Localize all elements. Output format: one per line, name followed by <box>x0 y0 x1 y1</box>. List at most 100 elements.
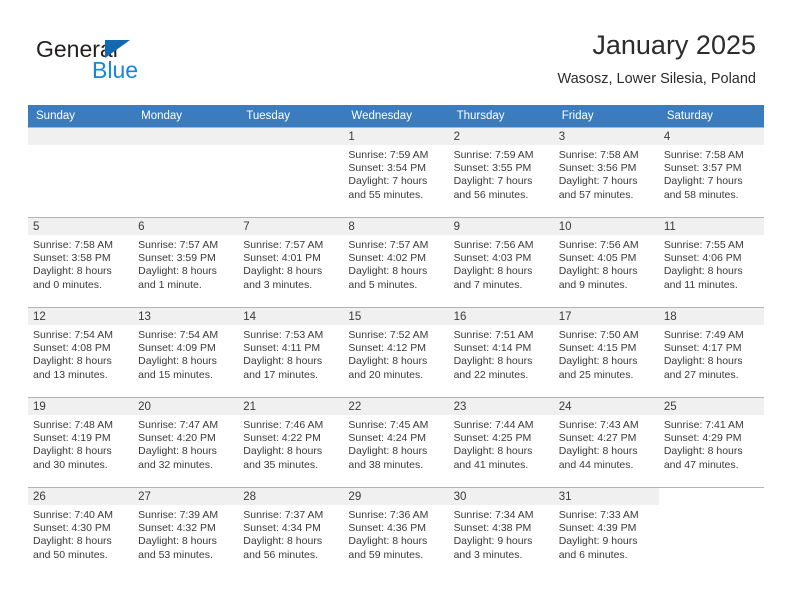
day-number: 15 <box>343 308 449 325</box>
calendar-week-row: 19 Sunrise: 7:48 AM Sunset: 4:19 PM Dayligh… <box>28 397 764 488</box>
calendar-day-cell[interactable]: 18 Sunrise: 7:49 AM Sunset: 4:17 PM Dayligh… <box>658 307 764 398</box>
daylight-duration-line2: and 0 minutes. <box>33 278 102 291</box>
calendar-day-cell[interactable]: 20 Sunrise: 7:47 AM Sunset: 4:20 PM Dayligh… <box>133 397 239 488</box>
calendar-day-cell[interactable]: 4 Sunrise: 7:58 AM Sunset: 3:57 PM Daylight… <box>658 127 764 218</box>
calendar-day-cell[interactable]: 21 Sunrise: 7:46 AM Sunset: 4:22 PM Dayligh… <box>238 397 344 488</box>
calendar-day-cell-inner: 28 Sunrise: 7:37 AM Sunset: 4:34 PM Dayligh… <box>238 488 344 578</box>
calendar-day-cell[interactable]: 8 Sunrise: 7:57 AM Sunset: 4:02 PM Daylight… <box>343 217 449 308</box>
day-number: 28 <box>238 488 344 505</box>
calendar-day-cell-inner: 17 Sunrise: 7:50 AM Sunset: 4:15 PM Dayligh… <box>553 308 659 397</box>
calendar-day-cell[interactable]: 2 Sunrise: 7:59 AM Sunset: 3:55 PM Daylight… <box>448 127 554 218</box>
calendar-day-cell[interactable]: 19 Sunrise: 7:48 AM Sunset: 4:19 PM Dayligh… <box>28 397 134 488</box>
calendar-day-cell-empty <box>28 127 134 218</box>
day-details: Sunrise: 7:41 AM Sunset: 4:29 PM Daylight:… <box>659 415 764 472</box>
sunrise-time: Sunrise: 7:46 AM <box>243 419 324 431</box>
calendar-day-cell[interactable]: 26 Sunrise: 7:40 AM Sunset: 4:30 PM Dayligh… <box>28 487 134 578</box>
daylight-duration-line2: and 53 minutes. <box>138 548 213 561</box>
day-number: 17 <box>553 308 659 325</box>
calendar-day-cell[interactable]: 31 Sunrise: 7:33 AM Sunset: 4:39 PM Dayligh… <box>553 487 659 578</box>
daylight-duration-line1: Daylight: 8 hours <box>453 265 533 278</box>
calendar-week-row: 5 Sunrise: 7:58 AM Sunset: 3:58 PM Daylight… <box>28 217 764 308</box>
sunrise-time: Sunrise: 7:56 AM <box>453 239 534 251</box>
calendar-day-cell[interactable]: 25 Sunrise: 7:41 AM Sunset: 4:29 PM Dayligh… <box>658 397 764 488</box>
calendar-day-cell-inner <box>238 128 344 217</box>
calendar-day-cell-inner: 9 Sunrise: 7:56 AM Sunset: 4:03 PM Daylight… <box>448 218 554 307</box>
day-number: 4 <box>658 128 764 145</box>
calendar-day-cell[interactable]: 23 Sunrise: 7:44 AM Sunset: 4:25 PM Dayligh… <box>448 397 554 488</box>
daylight-duration-line1: Daylight: 8 hours <box>138 535 217 548</box>
day-number: 18 <box>658 308 764 325</box>
day-number <box>133 128 239 145</box>
calendar-week-row: 26 Sunrise: 7:40 AM Sunset: 4:30 PM Dayligh… <box>28 487 764 578</box>
daylight-duration-line1: Daylight: 8 hours <box>243 535 323 548</box>
day-number <box>658 488 764 505</box>
calendar-day-cell[interactable]: 6 Sunrise: 7:57 AM Sunset: 3:59 PM Daylight… <box>133 217 239 308</box>
sunrise-time: Sunrise: 7:58 AM <box>33 239 113 251</box>
calendar-day-cell[interactable]: 11 Sunrise: 7:55 AM Sunset: 4:06 PM Dayligh… <box>658 217 764 308</box>
day-details: Sunrise: 7:58 AM Sunset: 3:58 PM Daylight:… <box>28 235 133 292</box>
sunrise-time: Sunrise: 7:59 AM <box>453 149 534 161</box>
calendar-day-cell-inner: 19 Sunrise: 7:48 AM Sunset: 4:19 PM Dayligh… <box>28 398 134 487</box>
daylight-duration-line2: and 47 minutes. <box>663 458 739 471</box>
calendar-day-cell[interactable]: 15 Sunrise: 7:52 AM Sunset: 4:12 PM Dayligh… <box>343 307 449 398</box>
calendar-day-cell[interactable]: 14 Sunrise: 7:53 AM Sunset: 4:11 PM Dayligh… <box>238 307 344 398</box>
daylight-duration-line1: Daylight: 8 hours <box>33 265 112 278</box>
day-details: Sunrise: 7:58 AM Sunset: 3:56 PM Daylight:… <box>554 145 659 202</box>
calendar-day-cell[interactable]: 29 Sunrise: 7:36 AM Sunset: 4:36 PM Dayligh… <box>343 487 449 578</box>
daylight-duration-line2: and 6 minutes. <box>558 548 628 561</box>
daylight-duration-line1: Daylight: 7 hours <box>348 175 428 188</box>
weekday-header-thursday: Thursday <box>448 105 554 128</box>
sunset-time: Sunset: 4:29 PM <box>663 432 742 445</box>
daylight-duration-line1: Daylight: 8 hours <box>453 445 533 458</box>
calendar-day-cell-inner: 13 Sunrise: 7:54 AM Sunset: 4:09 PM Dayligh… <box>133 308 239 397</box>
daylight-duration-line2: and 50 minutes. <box>33 548 108 561</box>
calendar-day-cell-inner: 2 Sunrise: 7:59 AM Sunset: 3:55 PM Daylight… <box>448 128 554 217</box>
calendar-day-cell[interactable]: 3 Sunrise: 7:58 AM Sunset: 3:56 PM Daylight… <box>553 127 659 218</box>
calendar-day-cell[interactable]: 24 Sunrise: 7:43 AM Sunset: 4:27 PM Dayligh… <box>553 397 659 488</box>
calendar-day-cell[interactable]: 1 Sunrise: 7:59 AM Sunset: 3:54 PM Daylight… <box>343 127 449 218</box>
logo-triangle-icon <box>105 40 130 58</box>
calendar-day-cell-inner: 14 Sunrise: 7:53 AM Sunset: 4:11 PM Dayligh… <box>238 308 344 397</box>
calendar-day-cell[interactable]: 5 Sunrise: 7:58 AM Sunset: 3:58 PM Daylight… <box>28 217 134 308</box>
weekday-header-monday: Monday <box>133 105 239 128</box>
day-details: Sunrise: 7:39 AM Sunset: 4:32 PM Daylight:… <box>133 505 238 562</box>
daylight-duration-line1: Daylight: 7 hours <box>663 175 743 188</box>
sunrise-time: Sunrise: 7:43 AM <box>558 419 639 431</box>
calendar-day-cell-inner <box>133 128 239 217</box>
sunrise-time: Sunrise: 7:55 AM <box>663 239 744 251</box>
calendar-day-cell[interactable]: 7 Sunrise: 7:57 AM Sunset: 4:01 PM Daylight… <box>238 217 344 308</box>
calendar-day-cell[interactable]: 30 Sunrise: 7:34 AM Sunset: 4:38 PM Dayligh… <box>448 487 554 578</box>
calendar-day-cell-inner <box>28 128 134 217</box>
sunrise-time: Sunrise: 7:57 AM <box>243 239 324 251</box>
sunset-time: Sunset: 4:01 PM <box>243 252 321 265</box>
calendar-day-cell-inner: 8 Sunrise: 7:57 AM Sunset: 4:02 PM Daylight… <box>343 218 449 307</box>
day-details: Sunrise: 7:47 AM Sunset: 4:20 PM Daylight:… <box>133 415 238 472</box>
sunset-time: Sunset: 4:20 PM <box>138 432 216 445</box>
daylight-duration-line1: Daylight: 8 hours <box>138 445 217 458</box>
page-title: January 2025 <box>592 30 756 60</box>
calendar-day-cell[interactable]: 22 Sunrise: 7:45 AM Sunset: 4:24 PM Dayligh… <box>343 397 449 488</box>
daylight-duration-line1: Daylight: 8 hours <box>558 355 638 368</box>
daylight-duration-line1: Daylight: 8 hours <box>243 265 323 278</box>
calendar-day-cell[interactable]: 28 Sunrise: 7:37 AM Sunset: 4:34 PM Dayligh… <box>238 487 344 578</box>
day-number: 11 <box>658 218 764 235</box>
daylight-duration-line2: and 3 minutes. <box>243 278 313 291</box>
day-details: Sunrise: 7:54 AM Sunset: 4:09 PM Daylight:… <box>133 325 238 382</box>
sunset-time: Sunset: 4:14 PM <box>453 342 532 355</box>
sunrise-time: Sunrise: 7:50 AM <box>558 329 639 341</box>
sunrise-time: Sunrise: 7:40 AM <box>33 509 113 521</box>
calendar-day-cell[interactable]: 16 Sunrise: 7:51 AM Sunset: 4:14 PM Dayligh… <box>448 307 554 398</box>
calendar-day-cell[interactable]: 13 Sunrise: 7:54 AM Sunset: 4:09 PM Dayligh… <box>133 307 239 398</box>
calendar-day-cell[interactable]: 9 Sunrise: 7:56 AM Sunset: 4:03 PM Daylight… <box>448 217 554 308</box>
calendar-day-cell[interactable]: 17 Sunrise: 7:50 AM Sunset: 4:15 PM Dayligh… <box>553 307 659 398</box>
day-number: 12 <box>28 308 134 325</box>
day-details: Sunrise: 7:59 AM Sunset: 3:55 PM Daylight:… <box>449 145 554 202</box>
sunrise-time: Sunrise: 7:53 AM <box>243 329 324 341</box>
calendar-day-cell[interactable]: 12 Sunrise: 7:54 AM Sunset: 4:08 PM Dayligh… <box>28 307 134 398</box>
day-details: Sunrise: 7:43 AM Sunset: 4:27 PM Daylight:… <box>554 415 659 472</box>
calendar-day-cell[interactable]: 10 Sunrise: 7:56 AM Sunset: 4:05 PM Dayligh… <box>553 217 659 308</box>
daylight-duration-line2: and 58 minutes. <box>663 188 739 201</box>
sunset-time: Sunset: 4:22 PM <box>243 432 321 445</box>
calendar-day-cell[interactable]: 27 Sunrise: 7:39 AM Sunset: 4:32 PM Dayligh… <box>133 487 239 578</box>
weekday-header-row: Sunday Monday Tuesday Wednesday Thursday… <box>28 105 764 128</box>
